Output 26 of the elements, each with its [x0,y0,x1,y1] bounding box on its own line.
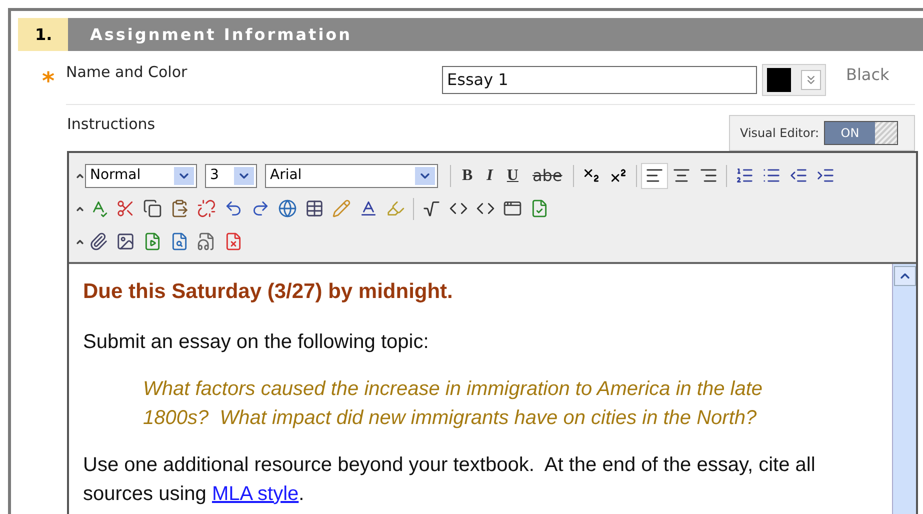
color-picker[interactable] [762,64,826,96]
section-number: 1. [18,18,68,51]
format-button[interactable]: I [482,164,498,188]
due-date-heading: Due this Saturday (3/27) by midnight. [83,279,454,305]
section-title: Assignment Information [89,24,352,46]
instruction-paragraph: Submit an essay on the following topic: [83,330,430,354]
align-left-icon[interactable] [641,162,668,188]
mla-style-link[interactable]: MLA style [212,482,299,504]
format-button[interactable]: U [502,164,524,188]
field-label: Name and Color [66,62,188,84]
instructions-label: Instructions [67,114,156,135]
visual-editor-label: Visual Editor: [740,125,819,142]
scrollbar[interactable] [892,264,916,514]
name-input[interactable]: Essay 1 [442,66,757,94]
chevrons-down-icon [801,70,821,90]
scroll-up-icon[interactable] [894,266,916,286]
color-name: Black [846,64,890,86]
format-button[interactable]: B [457,164,478,188]
dropdown[interactable]: Arial [265,164,438,188]
essay-question: What factors caused the increase in immigration to America in the late 1800s? What impact did new immigrants have on cities in the North? [142,376,764,430]
dropdown[interactable]: Normal [85,164,197,188]
instruction-paragraph: Use one additional resource beyond your textbook. At the end of the essay, cite all sources using MLA style. [83,452,816,506]
required-asterisk: * [42,66,56,96]
dropdown[interactable]: 3 [205,164,257,188]
visual-editor-toggle[interactable]: ON [824,121,898,145]
format-button[interactable]: abe [527,164,568,188]
